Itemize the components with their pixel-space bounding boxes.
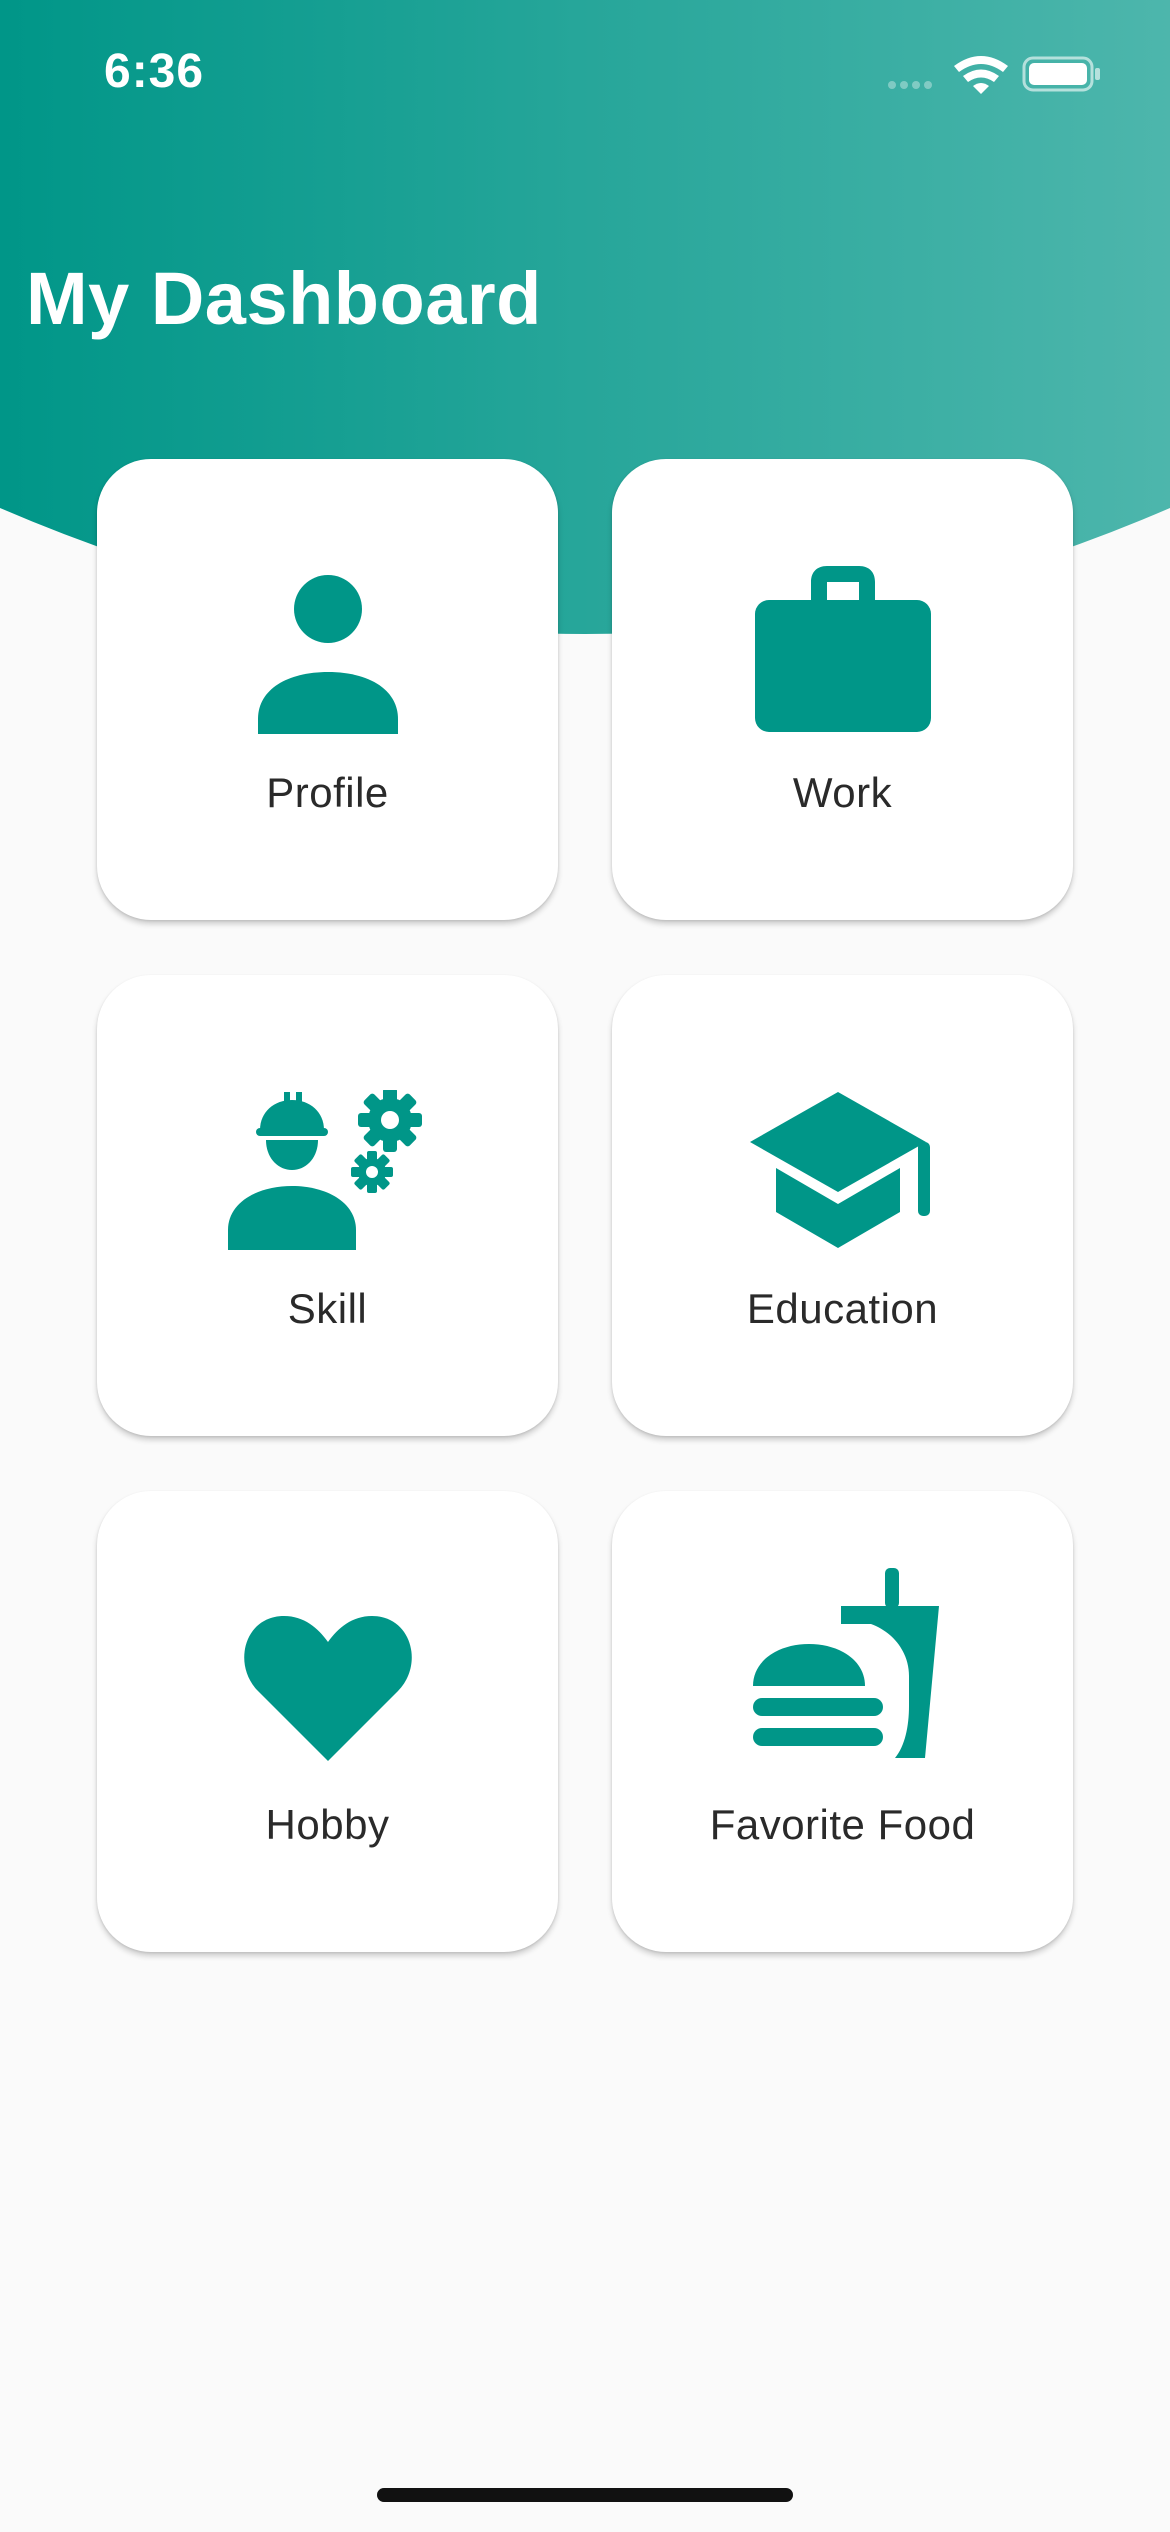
status-bar: 6:36 [0,0,1170,150]
battery-icon [1022,56,1100,92]
education-card[interactable]: Education [612,975,1073,1436]
card-label-work: Work [792,769,893,816]
card-label-profile: Profile [266,769,389,816]
page-title: My Dashboard [26,257,542,340]
fastfood-icon [752,1568,939,1758]
home-indicator[interactable] [377,2488,793,2502]
status-icons [888,56,1100,94]
heart-icon [243,1616,412,1761]
skill-card[interactable]: Skill [97,975,558,1436]
card-label-favorite-food: Favorite Food [709,1801,976,1848]
card-label-education: Education [746,1285,939,1332]
wifi-icon [954,56,1008,94]
signal-icon [888,81,932,89]
engineer-icon [227,1090,422,1250]
hobby-card[interactable]: Hobby [97,1491,558,1952]
graduation-cap-icon [749,1092,930,1248]
card-label-hobby: Hobby [265,1801,390,1848]
card-label-skill: Skill [287,1285,368,1332]
briefcase-icon [754,566,931,732]
profile-card[interactable]: Profile [97,459,558,920]
status-time: 6:36 [104,45,205,98]
person-icon [257,575,398,734]
dashboard-grid: Profile Work Skill Education Hobby Favor… [97,459,1073,1952]
favorite-food-card[interactable]: Favorite Food [612,1491,1073,1952]
work-card[interactable]: Work [612,459,1073,920]
